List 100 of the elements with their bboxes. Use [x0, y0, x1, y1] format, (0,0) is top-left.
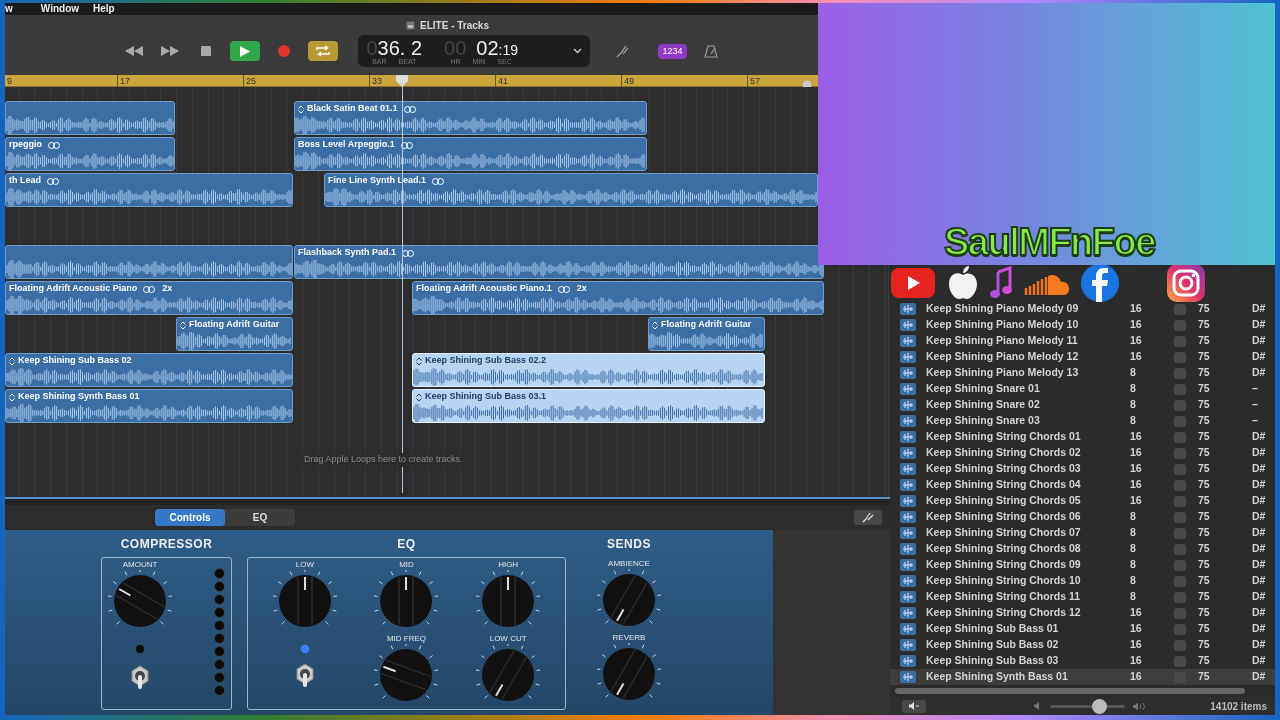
loop-name: Keep Shining String Chords 12 — [926, 605, 1082, 621]
seconds-readout: :19 — [498, 42, 519, 57]
up-down-chevron-icon — [180, 320, 186, 330]
audio-region[interactable]: Black Satin Beat 01.1 — [294, 101, 647, 135]
audio-region[interactable]: Flashback Synth Pad.1 — [294, 245, 824, 279]
region-name: Boss Level Arpeggio.1 — [298, 138, 395, 152]
favorite-checkbox[interactable] — [1174, 607, 1186, 619]
audio-region[interactable]: Floating Adrift Guitar — [176, 317, 293, 351]
loop-name: Keep Shining String Chords 06 — [926, 509, 1082, 525]
count-in-button[interactable]: 1234 — [658, 43, 687, 59]
audio-region[interactable] — [5, 101, 175, 135]
audio-region[interactable]: Keep Shining Sub Bass 02.2 — [412, 353, 765, 387]
loop-row[interactable]: Keep Shining String Chords 07 8 75 D# — [890, 525, 1275, 541]
loop-row[interactable]: Keep Shining String Chords 04 16 75 D# — [890, 477, 1275, 493]
waveform-icon — [900, 495, 916, 507]
loop-row[interactable]: Keep Shining String Chords 05 16 75 D# — [890, 493, 1275, 509]
favorite-checkbox[interactable] — [1174, 383, 1186, 395]
loop-row[interactable]: Keep Shining String Chords 01 16 75 D# — [890, 429, 1275, 445]
loop-name: Keep Shining Snare 03 — [926, 413, 1041, 429]
scrollbar[interactable] — [895, 688, 1245, 694]
waveform-icon — [900, 639, 916, 651]
beats: 16 — [1130, 669, 1143, 685]
loop-row[interactable]: Keep Shining Snare 03 8 75 – — [890, 413, 1275, 429]
loop-row[interactable]: Keep Shining Piano Melody 11 16 75 D# — [890, 333, 1275, 349]
favorite-checkbox[interactable] — [1174, 479, 1186, 491]
loop-icon — [403, 105, 416, 113]
favorite-checkbox[interactable] — [1174, 655, 1186, 667]
beats: 16 — [1130, 349, 1143, 365]
waveform-icon — [900, 399, 916, 411]
loop-row[interactable]: Keep Shining String Chords 02 16 75 D# — [890, 445, 1275, 461]
loop-row[interactable]: Keep Shining String Chords 12 16 75 D# — [890, 605, 1275, 621]
favorite-checkbox[interactable] — [1174, 415, 1186, 427]
loop-row[interactable]: Keep Shining String Chords 08 8 75 D# — [890, 541, 1275, 557]
audio-region[interactable]: Floating Adrift Acoustic Piano.1 2x — [412, 281, 824, 315]
beats: 16 — [1130, 445, 1143, 461]
loop-row[interactable]: Keep Shining String Chords 06 8 75 D# — [890, 509, 1275, 525]
audio-region[interactable]: Keep Shining Synth Bass 01 — [5, 389, 293, 423]
favorite-checkbox[interactable] — [1174, 575, 1186, 587]
audio-region[interactable]: rpeggio — [5, 137, 175, 171]
favorite-checkbox[interactable] — [1174, 623, 1186, 635]
audio-region[interactable]: Keep Shining Sub Bass 02 — [5, 353, 293, 387]
document-icon — [406, 20, 416, 30]
favorite-checkbox[interactable] — [1174, 639, 1186, 651]
tempo: 75 — [1198, 573, 1211, 589]
loop-row[interactable]: Keep Shining Sub Bass 03 16 75 D# — [890, 653, 1275, 669]
loop-row[interactable]: Keep Shining Sub Bass 02 16 75 D# — [890, 637, 1275, 653]
loop-row[interactable]: Keep Shining String Chords 10 8 75 D# — [890, 573, 1275, 589]
favorite-checkbox[interactable] — [1174, 303, 1186, 315]
tab[interactable]: Controls — [155, 509, 225, 526]
menu-item[interactable]: w — [5, 4, 13, 14]
favorite-checkbox[interactable] — [1174, 367, 1186, 379]
audio-region[interactable]: Boss Level Arpeggio.1 — [294, 137, 647, 171]
loop-row[interactable]: Keep Shining Piano Melody 12 16 75 D# — [890, 349, 1275, 365]
tempo: 75 — [1198, 381, 1211, 397]
tempo: 75 — [1198, 333, 1211, 349]
loop-row[interactable]: Keep Shining Sub Bass 01 16 75 D# — [890, 621, 1275, 637]
beats: 16 — [1130, 653, 1143, 669]
preview-button[interactable] — [902, 699, 926, 713]
favorite-checkbox[interactable] — [1174, 319, 1186, 331]
volume-slider-thumb[interactable] — [1091, 698, 1107, 714]
loop-row[interactable]: Keep Shining String Chords 09 8 75 D# — [890, 557, 1275, 573]
facebook-icon — [1080, 263, 1120, 303]
cycle-button[interactable] — [308, 41, 339, 61]
favorite-checkbox[interactable] — [1174, 463, 1186, 475]
favorite-checkbox[interactable] — [1174, 431, 1186, 443]
tab[interactable]: EQ — [225, 509, 295, 526]
audio-region[interactable] — [5, 245, 293, 279]
favorite-checkbox[interactable] — [1174, 543, 1186, 555]
tuner-button[interactable] — [854, 510, 882, 525]
favorite-checkbox[interactable] — [1174, 527, 1186, 539]
menu-item[interactable]: Window — [40, 4, 79, 14]
waveform-icon — [900, 527, 916, 539]
audio-region[interactable]: Floating Adrift Guitar — [648, 317, 765, 351]
loop-row[interactable]: Keep Shining Piano Melody 10 16 75 D# — [890, 317, 1275, 333]
favorite-checkbox[interactable] — [1174, 447, 1186, 459]
favorite-checkbox[interactable] — [1174, 399, 1186, 411]
loop-row[interactable]: Keep Shining Snare 02 8 75 – — [890, 397, 1275, 413]
loop-row[interactable]: Keep Shining Piano Melody 09 16 75 D# — [890, 301, 1275, 317]
tempo: 75 — [1198, 653, 1211, 669]
loop-row[interactable]: Keep Shining Snare 01 8 75 – — [890, 381, 1275, 397]
loop-row[interactable]: Keep Shining String Chords 11 8 75 D# — [890, 589, 1275, 605]
favorite-checkbox[interactable] — [1174, 559, 1186, 571]
favorite-checkbox[interactable] — [1174, 511, 1186, 523]
favorite-checkbox[interactable] — [1174, 351, 1186, 363]
favorite-checkbox[interactable] — [1174, 495, 1186, 507]
loop-row[interactable]: Keep Shining Piano Melody 13 8 75 D# — [890, 365, 1275, 381]
play-button[interactable] — [230, 41, 261, 61]
audio-region[interactable]: th Lead — [5, 173, 293, 207]
audio-region[interactable]: Keep Shining Sub Bass 03.1 — [412, 389, 765, 423]
favorite-checkbox[interactable] — [1174, 335, 1186, 347]
loop-row[interactable]: Keep Shining String Chords 03 16 75 D# — [890, 461, 1275, 477]
region-name: Floating Adrift Acoustic Piano.1 — [416, 282, 552, 296]
key: D# — [1252, 477, 1266, 493]
loop-row[interactable]: Keep Shining Synth Bass 01 16 75 D# — [890, 669, 1275, 685]
beats: 8 — [1130, 381, 1137, 397]
menu-item[interactable]: Help — [93, 4, 115, 14]
audio-region[interactable]: Floating Adrift Acoustic Piano 2x — [5, 281, 293, 315]
key: D# — [1252, 317, 1266, 333]
favorite-checkbox[interactable] — [1174, 591, 1186, 603]
chevron-icon[interactable] — [573, 48, 583, 54]
